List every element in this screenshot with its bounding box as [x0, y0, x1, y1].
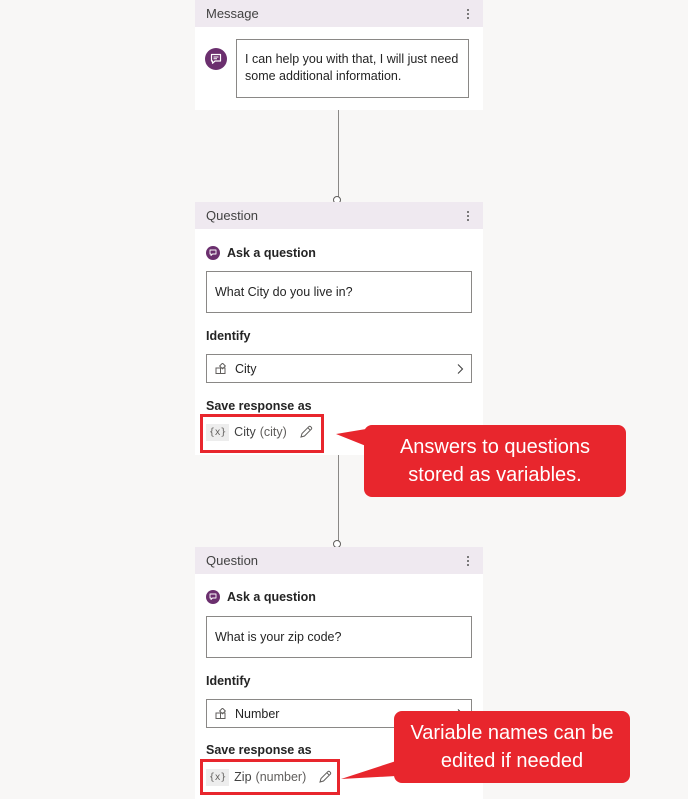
callout-text: Variable names can be edited if needed: [410, 722, 614, 772]
question-text-input[interactable]: What is your zip code?: [206, 616, 472, 658]
identify-label: Identify: [206, 674, 251, 688]
question-text-input[interactable]: What City do you live in?: [206, 271, 472, 313]
variable-highlight-box: [200, 414, 324, 453]
connector-line: [338, 455, 339, 541]
callout-text: Answers to questions stored as variables…: [399, 436, 591, 486]
message-text-box[interactable]: I can help you with that, I will just ne…: [236, 39, 469, 98]
annotation-callout: Variable names can be edited if needed: [394, 711, 630, 783]
entity-icon: [215, 707, 227, 720]
identify-label: Identify: [206, 329, 251, 343]
ask-question-label: Ask a question: [227, 590, 316, 604]
question-chat-icon: [206, 246, 220, 260]
identify-entity-select[interactable]: City: [206, 354, 472, 383]
message-card[interactable]: Message I can help you with that, I will…: [195, 0, 483, 110]
ask-question-row: Ask a question: [206, 246, 316, 260]
card-header-label: Message: [206, 6, 259, 21]
ask-question-label: Ask a question: [227, 246, 316, 260]
question-card-header: Question: [195, 202, 483, 229]
message-card-header: Message: [195, 0, 483, 27]
save-response-label: Save response as: [206, 399, 312, 413]
connector-line: [338, 110, 339, 197]
card-header-label: Question: [206, 208, 259, 223]
card-header-label: Question: [206, 553, 259, 568]
question-chat-icon: [206, 590, 220, 604]
entity-name: City: [235, 361, 257, 376]
entity-icon: [215, 362, 227, 375]
save-response-label: Save response as: [206, 743, 312, 757]
more-vertical-icon[interactable]: [461, 6, 475, 22]
more-vertical-icon[interactable]: [461, 208, 475, 224]
more-vertical-icon[interactable]: [461, 553, 475, 569]
chat-bubble-icon: [205, 48, 227, 70]
variable-highlight-box: [200, 759, 340, 795]
chevron-right-icon: [455, 363, 465, 375]
annotation-callout: Answers to questions stored as variables…: [364, 425, 626, 497]
ask-question-row: Ask a question: [206, 590, 316, 604]
question-card-header: Question: [195, 547, 483, 574]
